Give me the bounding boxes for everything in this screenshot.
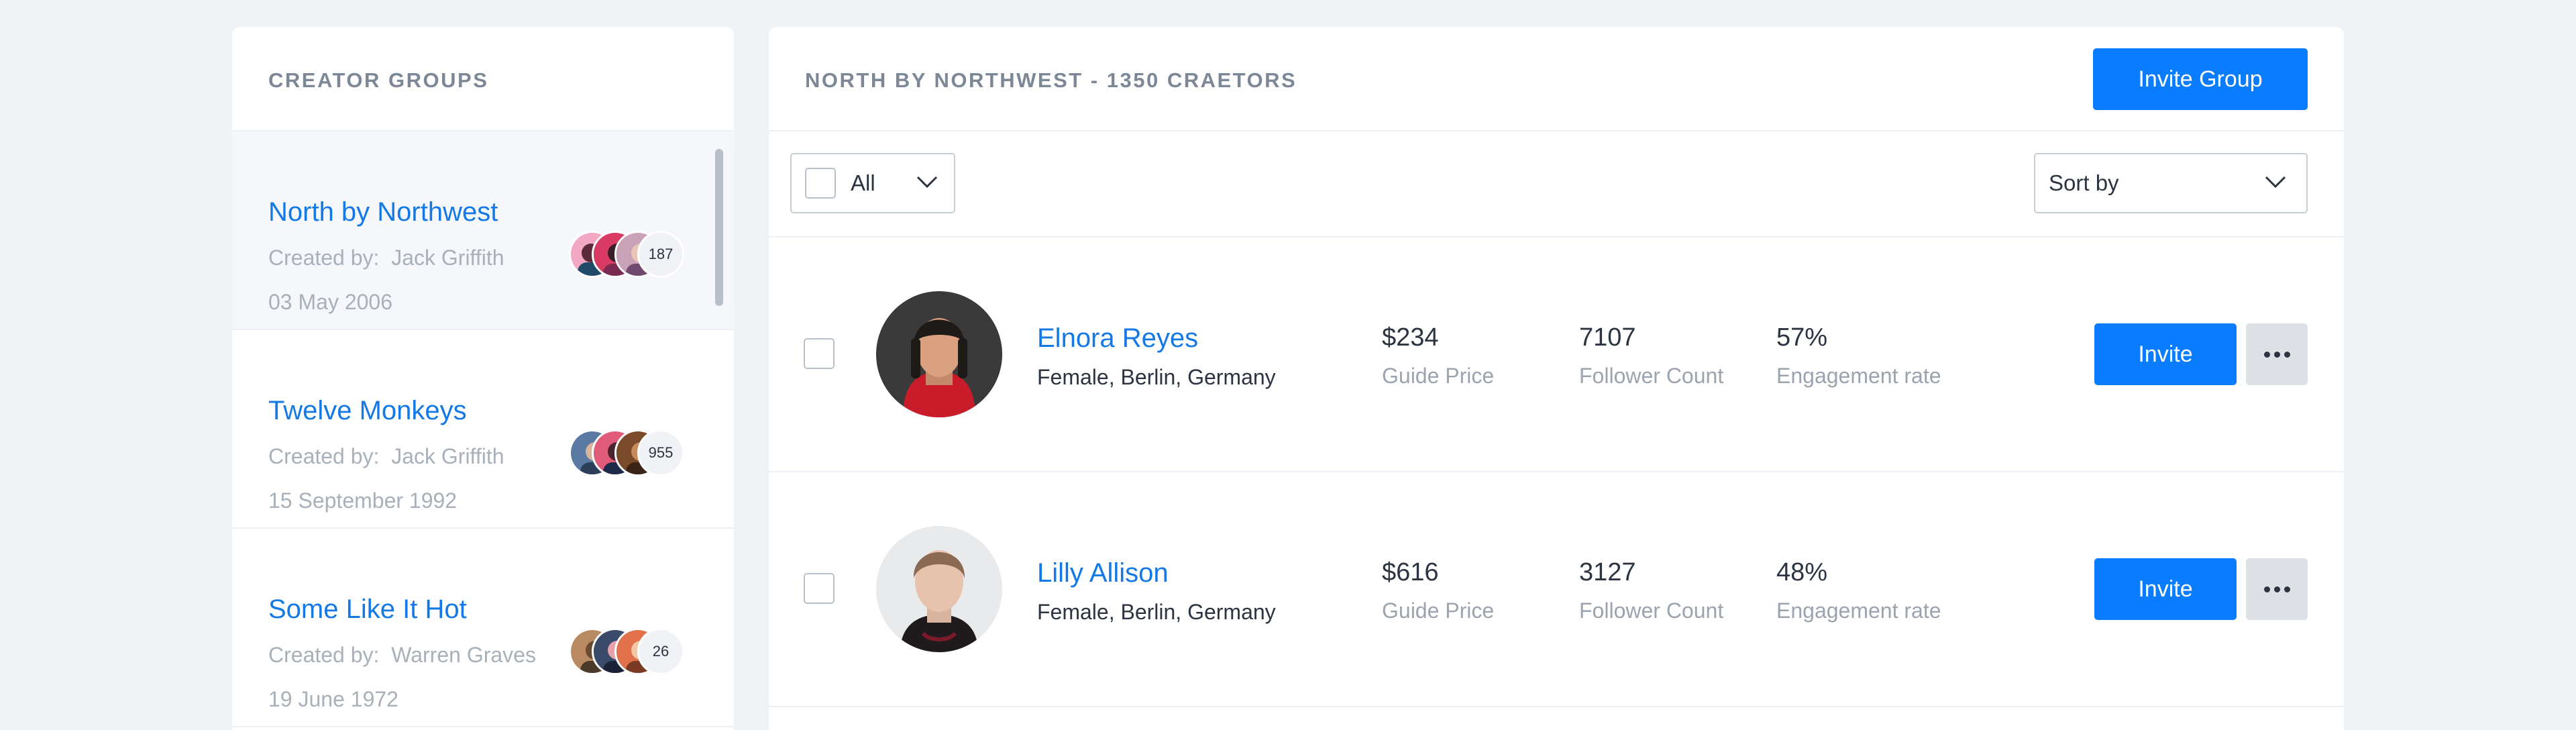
guide-price-value: $234 bbox=[1382, 323, 1439, 352]
divider bbox=[769, 706, 2344, 707]
follower-count-label: Follower Count bbox=[1579, 598, 1724, 623]
member-avatar-stack: 26 bbox=[569, 628, 703, 675]
invite-button[interactable]: Invite bbox=[2094, 323, 2237, 385]
group-creator: Created by: Jack Griffith bbox=[268, 444, 504, 468]
invite-group-button[interactable]: Invite Group bbox=[2093, 48, 2308, 110]
member-count-badge: 955 bbox=[637, 429, 684, 476]
creator-row: Elnora Reyes Female, Berlin, Germany $23… bbox=[769, 238, 2344, 471]
creator-groups-panel: CREATOR GROUPS North by Northwest Create… bbox=[232, 27, 734, 730]
group-date: 03 May 2006 bbox=[268, 290, 393, 314]
groups-scrollbar[interactable] bbox=[715, 149, 723, 306]
select-all-filter-dropdown[interactable]: All bbox=[790, 153, 955, 213]
creator-groups-title: CREATOR GROUPS bbox=[268, 68, 489, 92]
creator-details: Female, Berlin, Germany bbox=[1037, 600, 1276, 624]
select-all-checkbox[interactable] bbox=[805, 168, 836, 199]
creator-select-checkbox[interactable] bbox=[804, 573, 835, 604]
more-dots-icon bbox=[2263, 586, 2290, 592]
creator-name[interactable]: Lilly Allison bbox=[1037, 558, 1169, 588]
follower-count-value: 3127 bbox=[1579, 558, 1636, 586]
group-date: 19 June 1972 bbox=[268, 687, 398, 711]
group-name[interactable]: North by Northwest bbox=[268, 197, 498, 227]
group-item-twelve-monkeys[interactable]: Twelve Monkeys Created by: Jack Griffith… bbox=[232, 330, 734, 527]
sort-by-dropdown[interactable]: Sort by bbox=[2034, 153, 2308, 213]
creator-select-checkbox[interactable] bbox=[804, 338, 835, 369]
divider bbox=[232, 726, 734, 727]
group-name[interactable]: Some Like It Hot bbox=[268, 594, 467, 625]
member-count-badge: 187 bbox=[637, 231, 684, 278]
more-dots-icon bbox=[2263, 351, 2290, 358]
group-header-title: NORTH BY NORTHWEST - 1350 CRAETORS bbox=[805, 68, 1297, 92]
creator-name[interactable]: Elnora Reyes bbox=[1037, 323, 1198, 354]
invite-button[interactable]: Invite bbox=[2094, 558, 2237, 620]
group-creator: Created by: Warren Graves bbox=[268, 643, 536, 667]
follower-count-value: 7107 bbox=[1579, 323, 1636, 352]
engagement-rate-value: 57% bbox=[1776, 323, 1828, 352]
creators-panel: NORTH BY NORTHWEST - 1350 CRAETORS Invit… bbox=[769, 27, 2344, 730]
group-creator: Created by: Jack Griffith bbox=[268, 246, 504, 270]
chevron-down-icon bbox=[916, 176, 938, 189]
follower-count-label: Follower Count bbox=[1579, 364, 1724, 388]
filter-selected-value: All bbox=[851, 170, 875, 195]
more-options-button[interactable] bbox=[2246, 323, 2308, 385]
group-item-north-by-northwest[interactable]: North by Northwest Created by: Jack Grif… bbox=[232, 132, 734, 329]
divider bbox=[769, 130, 2344, 132]
member-count-badge: 26 bbox=[637, 628, 684, 675]
engagement-rate-label: Engagement rate bbox=[1776, 364, 1941, 388]
more-options-button[interactable] bbox=[2246, 558, 2308, 620]
chevron-down-icon bbox=[2265, 176, 2286, 189]
group-name[interactable]: Twelve Monkeys bbox=[268, 396, 467, 426]
creator-avatar[interactable] bbox=[876, 526, 1002, 652]
creator-details: Female, Berlin, Germany bbox=[1037, 365, 1276, 389]
sort-selected-value: Sort by bbox=[2049, 170, 2119, 195]
engagement-rate-label: Engagement rate bbox=[1776, 598, 1941, 623]
creator-row: Lilly Allison Female, Berlin, Germany $6… bbox=[769, 472, 2344, 706]
guide-price-label: Guide Price bbox=[1382, 364, 1495, 388]
creator-avatar[interactable] bbox=[876, 291, 1002, 417]
engagement-rate-value: 48% bbox=[1776, 558, 1828, 586]
member-avatar-stack: 955 bbox=[569, 429, 703, 476]
member-avatar-stack: 187 bbox=[569, 231, 703, 278]
guide-price-value: $616 bbox=[1382, 558, 1439, 586]
group-item-some-like-it-hot[interactable]: Some Like It Hot Created by: Warren Grav… bbox=[232, 529, 734, 726]
guide-price-label: Guide Price bbox=[1382, 598, 1495, 623]
group-date: 15 September 1992 bbox=[268, 488, 458, 513]
